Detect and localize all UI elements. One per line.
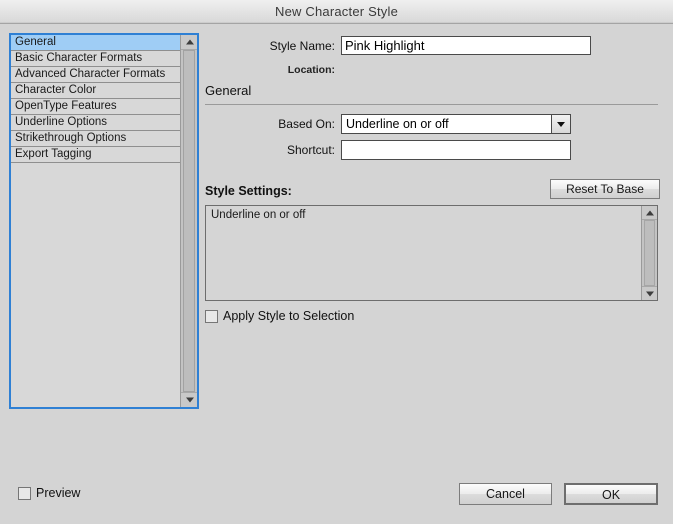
based-on-selected-value: Underline on or off [346, 117, 449, 131]
style-name-row: Style Name: [205, 36, 660, 55]
sidebar-item-export-tagging[interactable]: Export Tagging [11, 147, 180, 163]
sidebar-item-advanced-character-formats[interactable]: Advanced Character Formats [11, 67, 180, 83]
apply-style-label: Apply Style to Selection [223, 309, 355, 323]
based-on-row: Based On: Underline on or off [205, 114, 660, 134]
chevron-down-icon[interactable] [551, 115, 570, 133]
style-settings-label: Style Settings: [205, 184, 292, 198]
scrollbar-track[interactable] [183, 50, 195, 392]
sidebar-item-underline-options[interactable]: Underline Options [11, 115, 180, 131]
sidebar-item-label: Basic Character Formats [15, 52, 143, 64]
general-panel: Style Name: Location: General Based On: … [205, 33, 660, 453]
sidebar-item-label: Strikethrough Options [15, 132, 127, 144]
style-settings-text: Underline on or off [211, 209, 306, 221]
sidebar-item-label: General [15, 36, 56, 48]
style-settings-box[interactable]: Underline on or off [205, 205, 658, 301]
sidebar-item-opentype-features[interactable]: OpenType Features [11, 99, 180, 115]
dialog-titlebar: New Character Style [0, 0, 673, 24]
based-on-label: Based On: [278, 117, 335, 131]
category-list-empty-area [11, 163, 180, 407]
category-list[interactable]: General Basic Character Formats Advanced… [11, 35, 180, 407]
sidebar-item-label: Advanced Character Formats [15, 68, 166, 80]
scroll-up-arrow-icon[interactable] [181, 35, 197, 50]
scroll-down-arrow-icon[interactable] [642, 286, 657, 300]
sidebar-item-label: Character Color [15, 84, 97, 96]
ok-button[interactable]: OK [564, 483, 658, 505]
preview-row[interactable]: Preview [18, 486, 80, 500]
category-list-panel[interactable]: General Basic Character Formats Advanced… [9, 33, 199, 409]
style-name-label: Style Name: [269, 38, 335, 53]
location-label: Location: [287, 64, 335, 76]
sidebar-item-label: OpenType Features [15, 100, 117, 112]
sidebar-item-label: Export Tagging [15, 148, 92, 160]
new-character-style-dialog: New Character Style General Basic Charac… [0, 0, 673, 524]
location-row: Location: [205, 64, 660, 76]
shortcut-input[interactable] [341, 140, 571, 160]
style-name-input[interactable] [341, 36, 591, 55]
shortcut-label: Shortcut: [286, 143, 335, 157]
sidebar-item-strikethrough-options[interactable]: Strikethrough Options [11, 131, 180, 147]
scroll-up-arrow-icon[interactable] [642, 206, 657, 220]
style-settings-scrollbar[interactable] [641, 206, 657, 300]
sidebar-item-character-color[interactable]: Character Color [11, 83, 180, 99]
dialog-title: New Character Style [274, 4, 398, 19]
apply-style-to-selection-row[interactable]: Apply Style to Selection [205, 309, 354, 323]
preview-label: Preview [36, 486, 81, 500]
section-title: General [205, 83, 252, 98]
scroll-down-arrow-icon[interactable] [181, 392, 197, 407]
section-divider [205, 104, 658, 105]
apply-style-checkbox[interactable] [205, 309, 218, 323]
scrollbar-track[interactable] [644, 220, 655, 286]
category-list-scrollbar[interactable] [180, 35, 197, 407]
based-on-select[interactable]: Underline on or off [341, 114, 571, 134]
sidebar-item-label: Underline Options [15, 116, 108, 128]
reset-to-base-button[interactable]: Reset To Base [550, 179, 660, 199]
sidebar-item-general[interactable]: General [11, 35, 180, 51]
shortcut-row: Shortcut: [205, 140, 660, 160]
cancel-button[interactable]: Cancel [459, 483, 552, 505]
preview-checkbox[interactable] [18, 486, 31, 500]
sidebar-item-basic-character-formats[interactable]: Basic Character Formats [11, 51, 180, 67]
